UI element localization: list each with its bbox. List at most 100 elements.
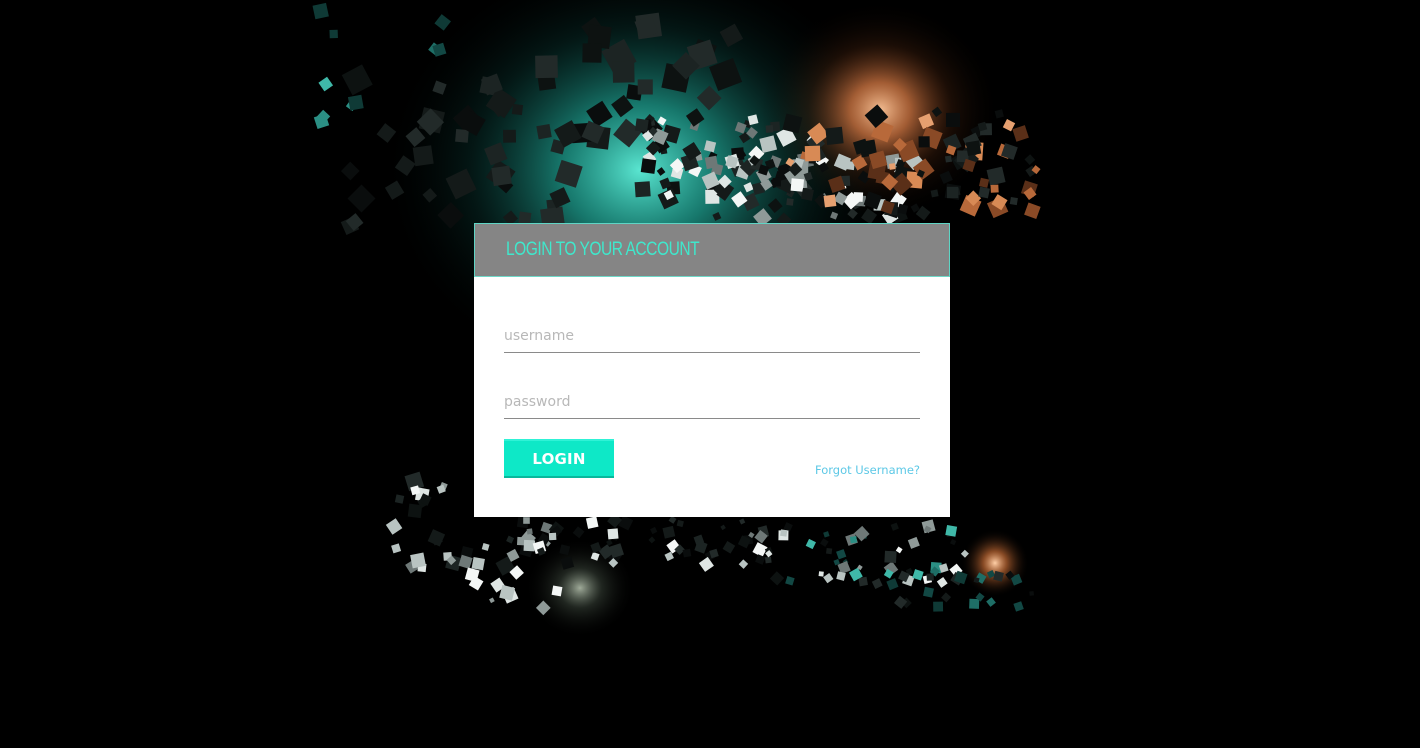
cube-particle xyxy=(765,125,774,133)
cube-particle xyxy=(640,158,657,174)
cube-particle xyxy=(634,118,649,133)
cube-particle xyxy=(947,186,959,199)
cube-particle xyxy=(662,525,676,539)
cube-particle xyxy=(907,536,920,549)
cube-particle xyxy=(950,538,957,546)
cube-particle xyxy=(890,522,899,531)
password-input[interactable] xyxy=(504,385,920,419)
cube-particle xyxy=(572,526,585,539)
cube-particle xyxy=(394,494,405,504)
cube-particle xyxy=(739,518,746,525)
cube-particle xyxy=(704,155,719,170)
login-header: LOGIN TO YOUR ACCOUNT xyxy=(474,223,950,277)
cube-particle xyxy=(506,535,515,544)
cube-particle xyxy=(786,198,794,206)
cube-particle xyxy=(895,546,903,554)
cube-particle xyxy=(805,538,816,550)
cube-particle xyxy=(946,112,961,127)
forgot-username-link[interactable]: Forgot Username? xyxy=(815,463,920,477)
cube-particle xyxy=(804,145,821,162)
cube-particle xyxy=(823,572,834,584)
cube-particle xyxy=(523,517,530,524)
cube-particle xyxy=(772,177,782,187)
cube-particle xyxy=(986,166,1006,186)
cube-particle xyxy=(823,194,837,208)
cube-particle xyxy=(764,556,772,564)
cube-particle xyxy=(912,569,924,581)
cube-particle xyxy=(918,136,930,148)
cube-particle xyxy=(819,538,829,547)
cube-particle xyxy=(618,515,634,531)
cube-particle xyxy=(755,554,766,565)
cube-particle xyxy=(491,165,512,187)
cube-particle xyxy=(965,140,982,156)
cube-particle xyxy=(933,601,944,612)
login-panel: LOGIN TO YOUR ACCOUNT LOGIN Forgot Usern… xyxy=(474,223,950,517)
cube-particle xyxy=(926,573,934,581)
cube-particle xyxy=(853,192,864,202)
cube-particle xyxy=(535,55,558,79)
cube-particle xyxy=(489,597,495,604)
cube-particle xyxy=(526,528,533,535)
cube-particle xyxy=(1009,196,1018,206)
cube-particle xyxy=(427,529,446,547)
cube-particle xyxy=(637,79,653,95)
cube-particle xyxy=(930,189,939,198)
cube-particle xyxy=(825,547,833,555)
cube-particle xyxy=(738,559,749,569)
cube-particle xyxy=(471,556,485,571)
cube-particle xyxy=(648,536,656,544)
cube-particle xyxy=(682,548,692,558)
cube-particle xyxy=(329,29,338,39)
cube-particle xyxy=(978,177,990,188)
cube-particle xyxy=(1024,154,1036,165)
login-title: LOGIN TO YOUR ACCOUNT xyxy=(506,239,700,260)
cube-particle xyxy=(990,184,999,193)
cube-particle xyxy=(410,552,426,569)
cube-particle xyxy=(836,549,847,560)
cube-particle xyxy=(391,543,402,554)
cube-particle xyxy=(511,103,524,116)
cube-particle xyxy=(945,524,958,537)
cube-particle xyxy=(1012,125,1029,142)
username-input[interactable] xyxy=(504,319,920,353)
cube-particle xyxy=(1024,202,1041,220)
cube-particle xyxy=(722,540,736,554)
cube-particle xyxy=(455,128,469,143)
small-orange-glow xyxy=(961,529,1029,597)
cube-particle xyxy=(668,515,677,524)
cube-particle xyxy=(823,531,830,538)
cube-particle xyxy=(825,126,844,146)
cube-particle xyxy=(412,145,434,167)
cube-particle xyxy=(481,543,490,551)
cube-particle xyxy=(1029,591,1035,596)
cube-particle xyxy=(720,524,726,531)
cube-particle xyxy=(888,163,896,170)
cube-particle xyxy=(585,516,599,529)
cube-particle xyxy=(634,181,651,198)
cube-particle xyxy=(780,529,788,537)
cube-particle xyxy=(536,123,552,140)
cube-particle xyxy=(347,184,376,213)
cube-particle xyxy=(347,94,364,111)
cube-particle xyxy=(385,518,403,535)
cube-particle xyxy=(941,592,952,603)
cube-particle xyxy=(871,578,883,589)
cube-particle xyxy=(551,585,563,597)
cube-particle xyxy=(769,571,785,586)
cube-particle xyxy=(612,60,635,83)
cube-particle xyxy=(318,76,334,92)
cube-particle xyxy=(978,186,990,199)
cube-particle xyxy=(944,155,953,163)
cube-particle xyxy=(340,161,360,181)
cube-particle xyxy=(790,178,805,192)
cube-particle xyxy=(582,43,602,63)
cube-particle xyxy=(785,576,795,586)
cube-particle xyxy=(818,571,824,577)
cube-particle xyxy=(800,187,814,201)
cube-particle xyxy=(312,2,329,20)
login-button[interactable]: LOGIN xyxy=(504,439,614,476)
cube-particle xyxy=(341,64,373,96)
cube-particle xyxy=(607,528,619,540)
cube-particle xyxy=(849,536,858,544)
